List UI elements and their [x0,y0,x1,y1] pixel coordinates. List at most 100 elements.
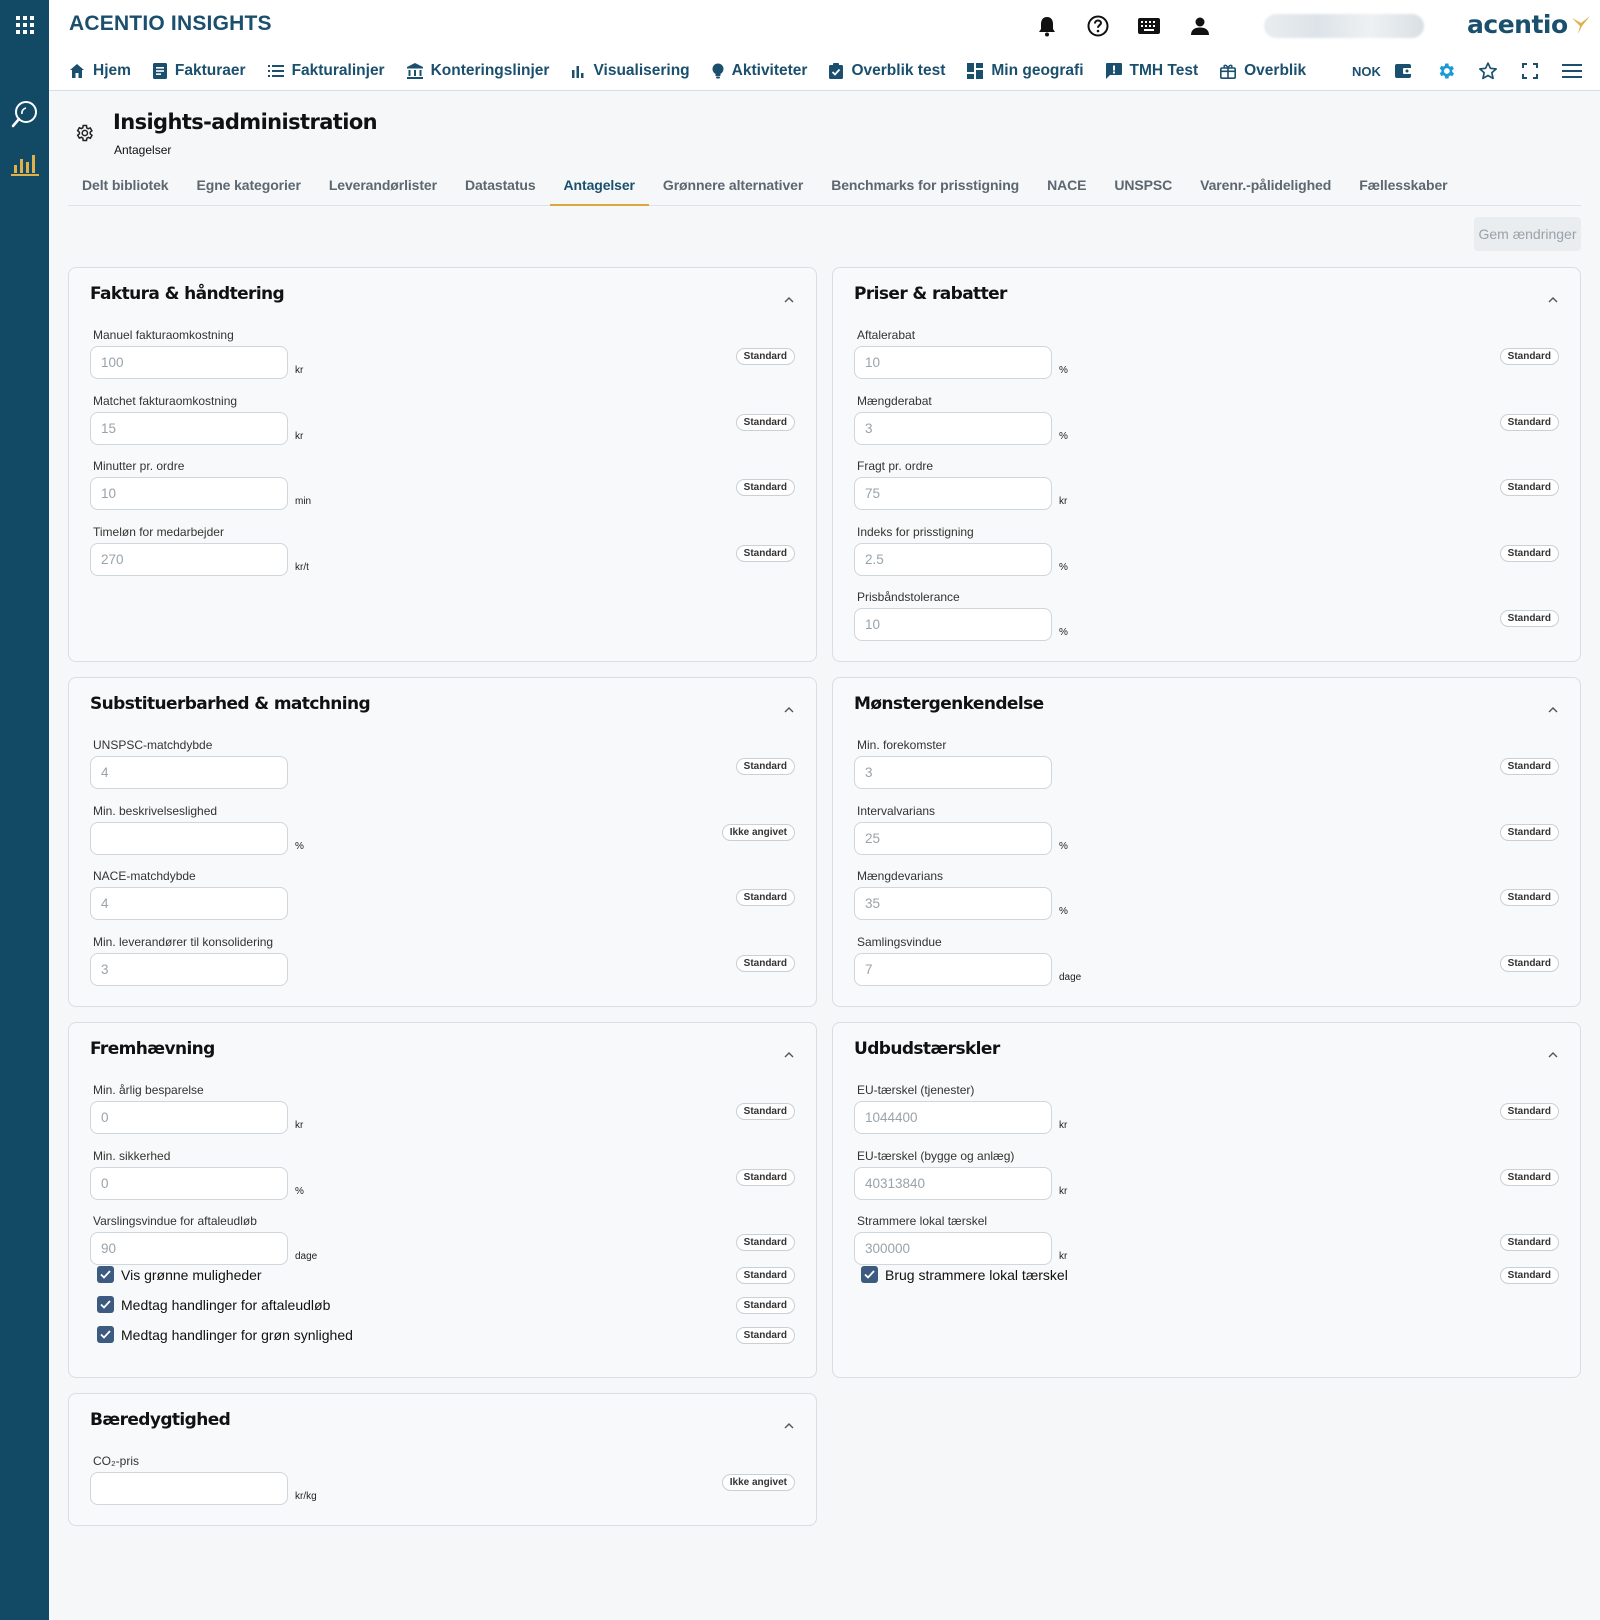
chevron-up-icon[interactable] [784,1416,794,1434]
number-input[interactable]: 4 [90,756,288,789]
number-input[interactable]: 300000 [854,1232,1052,1265]
chevron-up-icon[interactable] [784,1045,794,1063]
checkbox-row[interactable]: Medtag handlinger for grøn synlighed Stan… [90,1323,795,1347]
hamburger-menu-icon[interactable] [1559,58,1585,84]
field-label: EU-tærskel (bygge og anlæg) [857,1148,1015,1163]
tab-unspsc[interactable]: UNSPSC [1100,170,1186,206]
nav-item-tmh-test[interactable]: TMH Test [1105,62,1198,80]
unit-label: kr [295,430,304,442]
number-input[interactable]: 1044400 [854,1101,1052,1134]
tab-antagelser[interactable]: Antagelser [549,170,649,206]
number-input[interactable]: 10 [854,346,1052,379]
setting-field: Prisbåndstolerance 10% Standard [854,590,1559,650]
nav-item-min-geografi[interactable]: Min geografi [967,62,1084,80]
number-input[interactable]: 3 [90,952,288,986]
number-input[interactable]: 100 [90,346,288,379]
fullscreen-icon[interactable] [1517,58,1543,84]
status-badge: Standard [1499,1168,1559,1186]
app-title: ACENTIO INSIGHTS [69,12,272,35]
checkbox-label: Medtag handlinger for aftaleudløb [121,1296,331,1313]
help-icon[interactable] [1084,12,1112,40]
number-input[interactable]: 0 [90,1101,288,1134]
tab-fællesskaber[interactable]: Fællesskaber [1345,170,1461,206]
nav-item-konteringslinjer[interactable]: Konteringslinjer [406,62,549,80]
number-input[interactable]: 3 [854,756,1052,789]
chevron-up-icon[interactable] [784,290,794,308]
status-badge: Ikke angivet [721,1474,795,1491]
setting-field: Minutter pr. ordre 10 min Standard [90,459,795,519]
star-icon[interactable] [1475,58,1501,84]
nav-item-fakturaer[interactable]: Fakturaer [152,62,246,80]
status-badge: Standard [1499,1266,1559,1284]
checkbox[interactable] [97,1325,114,1343]
tab-varenr-pålidelighed[interactable]: Varenr.-pålidelighed [1186,170,1345,206]
number-input[interactable]: 10 [854,608,1052,641]
bell-icon[interactable] [1033,12,1061,40]
status-badge: Standard [1499,348,1559,365]
tab-grønnere-alternativer[interactable]: Grønnere alternativer [649,170,817,206]
setting-field: Mængdevarians 35% Standard [854,869,1559,929]
field-label: EU-tærskel (tjenester) [857,1083,975,1097]
save-button[interactable]: Gem ændringer [1474,217,1581,251]
number-input[interactable]: 3 [854,411,1052,445]
status-badge: Standard [1499,544,1559,562]
chevron-up-icon[interactable] [1548,700,1558,718]
unit-label: % [1059,430,1068,442]
tab-leverandørlister[interactable]: Leverandørlister [315,170,451,206]
tab-datastatus[interactable]: Datastatus [451,170,550,206]
nav-item-overblik-test[interactable]: Overblik test [829,62,945,80]
number-input[interactable]: 90 [90,1232,288,1265]
number-input[interactable]: 2.5 [854,542,1052,576]
field-label: Strammere lokal tærskel [857,1214,988,1228]
settings-gear-icon[interactable] [1433,58,1459,84]
nav-right-tools: NOK [1352,58,1600,84]
checkbox[interactable] [97,1295,114,1313]
tab-benchmarks-for-prisstigning[interactable]: Benchmarks for prisstigning [817,170,1033,206]
number-input[interactable]: 35 [854,887,1052,920]
number-input[interactable]: 15 [90,411,288,445]
card-title: Fremhævning [90,1039,215,1059]
chevron-up-icon[interactable] [1548,290,1558,308]
user-icon[interactable] [1186,12,1214,40]
tab-nace[interactable]: NACE [1033,170,1100,206]
checkbox[interactable] [861,1265,878,1283]
nav-item-overblik[interactable]: Overblik [1220,62,1306,80]
number-input[interactable]: 10 [90,477,288,510]
search-explore-icon[interactable] [0,98,49,130]
status-badge: Standard [1499,823,1559,841]
checkbox-row[interactable]: Medtag handlinger for aftaleudløb Standar… [90,1293,795,1317]
keyboard-icon[interactable] [1135,12,1163,40]
settings-card: Priser & rabatter Aftalerabat 10% Standard M… [832,267,1581,662]
setting-field: UNSPSC-matchdybde 4 Standard [90,738,795,798]
user-account-blurred[interactable] [1264,14,1424,38]
checkbox-row[interactable]: Brug strammere lokal tærskel Standard [854,1263,1559,1287]
status-badge: Standard [735,758,795,775]
apps-grid-icon[interactable] [0,10,49,40]
field-label: Mængdevarians [857,869,944,883]
tab-egne-kategorier[interactable]: Egne kategorier [183,170,315,206]
checkbox[interactable] [97,1265,114,1283]
number-input[interactable]: 0 [90,1166,288,1200]
nav-item-hjem[interactable]: Hjem [69,62,131,80]
checkbox-row[interactable]: Vis grønne muligheder Standard [90,1263,795,1287]
nav-item-fakturalinjer[interactable]: Fakturalinjer [267,62,385,80]
number-input[interactable]: 40313840 [854,1166,1052,1200]
number-input[interactable]: 7 [854,952,1052,986]
number-input[interactable]: 270 [90,542,288,576]
page-title: Insights-administration [113,110,378,134]
chevron-up-icon[interactable] [784,700,794,718]
number-input[interactable] [90,821,288,855]
bar-chart-icon[interactable] [0,150,49,180]
number-input[interactable]: 4 [90,887,288,920]
clipboard-check-icon [829,63,851,79]
tab-delt-bibliotek[interactable]: Delt bibliotek [68,170,183,206]
chevron-up-icon[interactable] [1548,1045,1558,1063]
wallet-icon[interactable] [1391,58,1417,84]
nav-item-visualisering[interactable]: Visualisering [571,62,690,80]
nav-item-aktiviteter[interactable]: Aktiviteter [712,62,807,80]
number-input[interactable] [90,1472,288,1505]
number-input[interactable]: 75 [854,477,1052,510]
currency-label[interactable]: NOK [1352,64,1381,79]
status-badge: Standard [735,1168,795,1186]
number-input[interactable]: 25 [854,821,1052,855]
